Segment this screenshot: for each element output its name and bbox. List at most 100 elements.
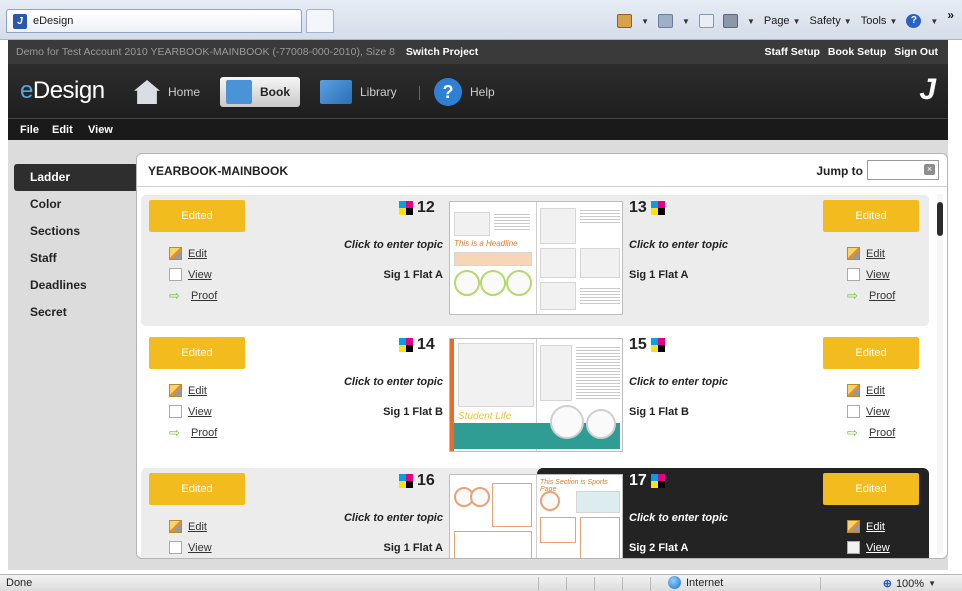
book-setup-link[interactable]: Book Setup bbox=[828, 46, 886, 58]
sidebar-item-staff[interactable]: Staff bbox=[14, 245, 138, 272]
pencil-icon bbox=[169, 247, 182, 260]
pencil-icon bbox=[847, 520, 860, 533]
signature-label: Sig 1 Flat A bbox=[383, 542, 444, 554]
edit-link[interactable]: Edit bbox=[169, 243, 217, 264]
zoom-icon: ⊕ bbox=[882, 578, 892, 590]
page-status-button[interactable]: Edited bbox=[149, 337, 245, 369]
chevron-down-icon[interactable]: ▼ bbox=[930, 17, 938, 26]
edit-link[interactable]: Edit bbox=[847, 243, 895, 264]
edit-link[interactable]: Edit bbox=[847, 516, 890, 537]
topic-field[interactable]: Click to enter topic bbox=[629, 376, 728, 388]
topic-field[interactable]: Click to enter topic bbox=[313, 512, 443, 524]
mail-icon[interactable] bbox=[698, 14, 714, 28]
spread-thumbnail[interactable]: Student Life bbox=[449, 338, 623, 452]
page-status-button[interactable]: Edited bbox=[823, 200, 919, 232]
sidebar-item-sections[interactable]: Sections bbox=[14, 218, 138, 245]
sign-out-link[interactable]: Sign Out bbox=[894, 46, 938, 58]
browser-tab[interactable]: J eDesign bbox=[6, 9, 302, 33]
page-status-button[interactable]: Edited bbox=[149, 473, 245, 505]
view-link[interactable]: View bbox=[847, 264, 895, 285]
main-navbar: eDesign Home Book Library ? Help J bbox=[8, 64, 948, 118]
pencil-icon bbox=[169, 520, 182, 533]
page-actions: Edit View bbox=[169, 516, 212, 558]
book-icon bbox=[226, 80, 252, 104]
sidebar-item-ladder[interactable]: Ladder bbox=[14, 164, 138, 191]
nav-library[interactable]: Library bbox=[320, 77, 397, 107]
page-actions: Edit View ⇨ Proof bbox=[847, 380, 895, 443]
page-status-button[interactable]: Edited bbox=[823, 337, 919, 369]
tools-menu[interactable]: Tools ▼ bbox=[861, 15, 898, 27]
proof-link[interactable]: ⇨ Proof bbox=[847, 422, 895, 443]
nav-divider bbox=[419, 86, 420, 100]
edesign-favicon-icon: J bbox=[13, 14, 27, 29]
zoom-control[interactable]: ⊕ 100% ▼ bbox=[882, 577, 936, 591]
brand-logo-icon: J bbox=[919, 73, 936, 106]
view-link[interactable]: View bbox=[847, 537, 890, 558]
page-icon bbox=[847, 541, 860, 554]
view-menu[interactable]: View bbox=[88, 124, 113, 136]
sidebar-item-deadlines[interactable]: Deadlines bbox=[14, 272, 138, 299]
view-link[interactable]: View bbox=[169, 264, 217, 285]
nav-help[interactable]: ? Help bbox=[434, 77, 495, 107]
browser-home-icon[interactable] bbox=[617, 14, 633, 28]
sidebar-item-color[interactable]: Color bbox=[14, 191, 138, 218]
feeds-icon[interactable] bbox=[658, 14, 674, 28]
home-icon bbox=[134, 80, 160, 104]
proof-link[interactable]: ⇨ Proof bbox=[169, 422, 217, 443]
panel-header: YEARBOOK-MAINBOOK Jump to × bbox=[137, 154, 947, 187]
page-actions: Edit View bbox=[847, 516, 890, 558]
jump-to-label: Jump to bbox=[816, 164, 863, 178]
chevron-down-icon[interactable]: ▼ bbox=[682, 17, 690, 26]
view-link[interactable]: View bbox=[169, 537, 212, 558]
clear-icon[interactable]: × bbox=[924, 164, 935, 175]
browser-toolbar: J eDesign ▼ ▼ ▼ Page ▼ Safety ▼ Tools ▼ … bbox=[0, 0, 962, 40]
switch-project-link[interactable]: Switch Project bbox=[406, 46, 478, 58]
staff-setup-link[interactable]: Staff Setup bbox=[764, 46, 819, 58]
browser-command-bar: ▼ ▼ ▼ Page ▼ Safety ▼ Tools ▼ ? ▼ » bbox=[617, 8, 954, 30]
proof-link[interactable]: ⇨ Proof bbox=[169, 285, 217, 306]
view-link[interactable]: View bbox=[169, 401, 217, 422]
nav-home[interactable]: Home bbox=[134, 77, 200, 107]
status-text: Done bbox=[6, 577, 33, 589]
topic-field[interactable]: Click to enter topic bbox=[629, 512, 728, 524]
arrow-right-icon: ⇨ bbox=[847, 288, 858, 303]
safety-menu[interactable]: Safety ▼ bbox=[810, 15, 852, 27]
page-number: 13 bbox=[629, 199, 665, 217]
topic-field[interactable]: Click to enter topic bbox=[313, 239, 443, 251]
scrollbar-track[interactable] bbox=[937, 194, 943, 554]
topic-field[interactable]: Click to enter topic bbox=[629, 239, 728, 251]
edit-menu[interactable]: Edit bbox=[52, 124, 73, 136]
signature-label: Sig 2 Flat A bbox=[629, 542, 689, 554]
edit-link[interactable]: Edit bbox=[847, 380, 895, 401]
view-link[interactable]: View bbox=[847, 401, 895, 422]
print-icon[interactable] bbox=[722, 14, 738, 28]
edit-link[interactable]: Edit bbox=[169, 380, 217, 401]
topic-field[interactable]: Click to enter topic bbox=[313, 376, 443, 388]
page-actions: Edit View ⇨ Proof bbox=[169, 380, 217, 443]
file-menu[interactable]: File bbox=[20, 124, 39, 136]
page-icon bbox=[169, 541, 182, 554]
edit-link[interactable]: Edit bbox=[169, 516, 212, 537]
page-status-button[interactable]: Edited bbox=[823, 473, 919, 505]
account-links: Staff Setup Book Setup Sign Out bbox=[764, 46, 938, 58]
scrollbar-thumb[interactable] bbox=[937, 202, 943, 236]
more-commands-button[interactable]: » bbox=[947, 8, 954, 22]
spread-thumbnail[interactable]: This Section is Sports Page bbox=[449, 474, 623, 558]
chevron-down-icon[interactable]: ▼ bbox=[747, 17, 755, 26]
spread-thumbnail[interactable]: This is a Headline bbox=[449, 201, 623, 315]
browser-help-icon[interactable]: ? bbox=[906, 14, 922, 28]
nav-book[interactable]: Book bbox=[220, 77, 300, 107]
chevron-down-icon[interactable]: ▼ bbox=[641, 17, 649, 26]
sidebar: Ladder Color Sections Staff Deadlines Se… bbox=[14, 164, 138, 326]
page-status-button[interactable]: Edited bbox=[149, 200, 245, 232]
page-number: 12 bbox=[399, 199, 435, 217]
security-zone: Internet bbox=[668, 576, 723, 589]
new-tab-button[interactable] bbox=[306, 9, 334, 33]
page-menu[interactable]: Page ▼ bbox=[764, 15, 801, 27]
proof-link[interactable]: ⇨ Proof bbox=[847, 285, 895, 306]
sidebar-item-secret[interactable]: Secret bbox=[14, 299, 138, 326]
color-page-icon bbox=[650, 201, 665, 215]
page-number: 15 bbox=[629, 336, 665, 354]
arrow-right-icon: ⇨ bbox=[847, 425, 858, 440]
thumbnail-headline: Student Life bbox=[458, 411, 512, 422]
